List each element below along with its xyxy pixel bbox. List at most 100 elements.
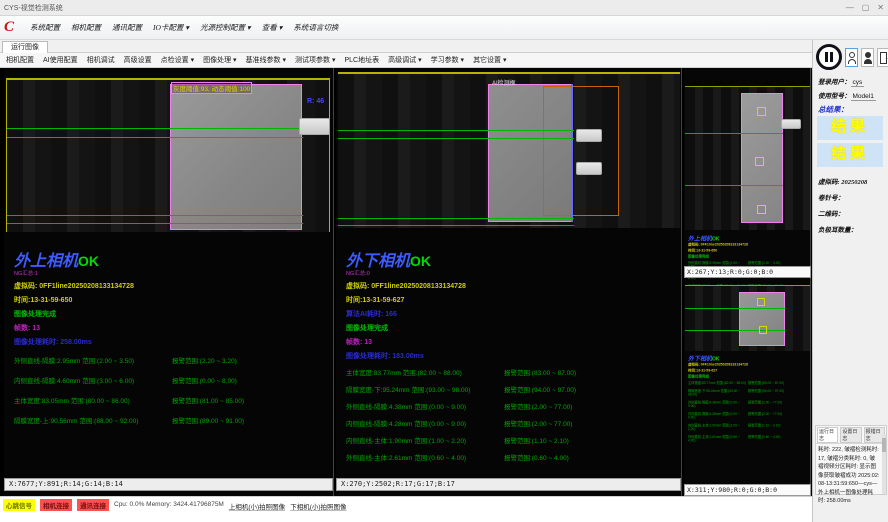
log-scrollbar[interactable]: [882, 434, 886, 494]
ok-status: OK: [78, 253, 99, 269]
menu-view[interactable]: 查看 ▾: [262, 22, 283, 33]
menu-camera-config[interactable]: 相机配置: [71, 22, 101, 33]
measure-row: 隔膜宽度-下:95.24mm 范围:(93.00 ~ 98.00)报警范围:(9…: [346, 384, 576, 394]
login-user-row: 登录用户：cys: [818, 76, 864, 86]
menu-system-config[interactable]: 系统配置: [30, 22, 60, 33]
model-value[interactable]: Model1: [851, 93, 876, 101]
ng-total: NG汇总:0: [346, 269, 576, 277]
tool-camera-debug[interactable]: 相机调试: [87, 55, 115, 65]
toolbar: 相机配置 AI使用配置 相机调试 高级设置 点检设置 ▾ 图像处理 ▾ 基准线参…: [0, 53, 812, 68]
menu-bar: C 系统配置 相机配置 通讯配置 IO卡配置 ▾ 光源控制配置 ▾ 查看 ▾ 系…: [0, 16, 888, 40]
tool-baseline-params[interactable]: 基准线参数 ▾: [246, 55, 286, 65]
elapsed-line: 图像处理耗时: 183.00ms: [346, 351, 576, 361]
cpu-memory-status: Cpu: 0.0% Memory: 3424.41796875M: [114, 499, 224, 508]
measure-row: 内侧直线-隔膜:4.28mm 范围:(0.00 ~ 9.00)报警范围:(2.0…: [346, 418, 576, 428]
app-window: CYS-视觉检测系统 — ▢ ✕ C 系统配置 相机配置 通讯配置 IO卡配置 …: [0, 0, 888, 522]
minimize-icon[interactable]: —: [846, 0, 854, 16]
measure-row: 外侧直线-主体:2.61mm 范围:(0.60 ~ 4.00)报警范围:(0.6…: [346, 452, 576, 462]
logout-button[interactable]: →: [877, 48, 888, 67]
mini-view-upper[interactable]: 外上相机OK 虚拟码: 0FF1line20250208133134728 时间…: [684, 68, 811, 278]
upper-camera-snapshot-link[interactable]: 上相机(小)拍照图像: [229, 499, 285, 511]
measure-row: 内侧直线-隔膜:4.60mm 范围:(3.00 ~ 6.00)报警范围:(0.0…: [14, 375, 244, 385]
mini-views-column: 外上相机OK 虚拟码: 0FF1line20250208133134728 时间…: [684, 68, 811, 496]
tool-plc-address[interactable]: PLC地址表: [345, 55, 380, 65]
person-icon: [864, 59, 872, 64]
edge-line-blue: [571, 84, 573, 222]
time-line: 时间:13-31-59-650: [14, 295, 244, 305]
tool-learning-params[interactable]: 学习参数 ▾: [431, 55, 464, 65]
camera-image-lower: AI检测框: [338, 72, 680, 228]
menu-light-config[interactable]: 光源控制配置 ▾: [200, 22, 251, 33]
log-tab-settings[interactable]: 设置日志: [840, 427, 861, 443]
tab-run-image[interactable]: 运行图像: [2, 41, 48, 53]
tool-ai-usage-config[interactable]: AI使用配置: [43, 55, 78, 65]
app-logo-icon: C: [4, 20, 19, 35]
barcode-line: 虚拟码: 0FF1line20250208133134728: [346, 281, 576, 291]
user-switch-button[interactable]: [861, 48, 874, 67]
camera-view-upper-outer[interactable]: 灰度阈值:93, 动态阈值:100 R: 46 外上相机OK NG汇总:1 虚拟…: [4, 68, 334, 496]
heartbeat-status-badge: 心跳信号: [3, 499, 35, 511]
mini-coordinates-upper: X:267;Y:13;R:0;G:0;B:0: [684, 266, 811, 278]
lower-camera-snapshot-link[interactable]: 下相机(小)拍照图像: [290, 499, 346, 511]
tool-spot-check[interactable]: 点检设置 ▾: [161, 55, 194, 65]
baseline-green: [338, 138, 574, 139]
user-login-button[interactable]: [845, 48, 858, 67]
processing-done-line: 图像处理完成: [346, 323, 576, 333]
camera-connection-badge: 相机连接: [40, 499, 72, 511]
right-panel: → 登录用户：cys 使用型号：Model1 总结果： 结果 结果 虚拟码: 2…: [812, 40, 888, 522]
menu-io-config[interactable]: IO卡配置 ▾: [153, 22, 189, 33]
ai-elapsed-line: 算法AI耗时: 166: [346, 309, 576, 319]
exit-arrow-icon: →: [884, 56, 888, 62]
log-text: 耗时: 222, 皱褶检测耗时: 17, 皱褶分类耗时: 0, 皱褶视频分区耗时…: [816, 444, 886, 508]
tool-test-params[interactable]: 测试项参数 ▾: [295, 55, 335, 65]
barcode-line: 虚拟码: 0FF1line20250208133134728: [14, 281, 244, 291]
menu-comm-config[interactable]: 通讯配置: [112, 22, 142, 33]
measure-row: 外侧直线-隔膜:4.38mm 范围:(0.00 ~ 9.00)报警范围:(2.0…: [346, 401, 576, 411]
mini-image-lower: [685, 285, 810, 351]
maximize-icon[interactable]: ▢: [862, 0, 870, 16]
measure-row: 内侧直线-主体:1.90mm 范围:(1.00 ~ 2.20)报警范围:(1.1…: [346, 435, 576, 445]
tool-advanced-settings[interactable]: 高级设置: [124, 55, 152, 65]
tool-camera-config[interactable]: 相机配置: [6, 55, 34, 65]
baseline-green: [685, 185, 783, 186]
tool-advanced-debug[interactable]: 高级调试 ▾: [388, 55, 421, 65]
baseline-green: [7, 137, 303, 138]
defect-mark: [755, 157, 764, 166]
defect-mark: [757, 205, 766, 214]
log-panel[interactable]: 运行日志 设置日志 报错日志 耗时: 222, 皱褶检测耗时: 17, 皱褶分类…: [815, 425, 887, 495]
electrode-tab: [299, 118, 330, 135]
threshold-overlay-text: 灰度阈值:93, 动态阈值:100: [171, 82, 252, 94]
log-tab-run[interactable]: 运行日志: [817, 427, 838, 443]
tool-other-settings[interactable]: 其它设置 ▾: [473, 55, 506, 65]
mini-view-lower[interactable]: 外下相机OK 虚拟码: 0FF1line20250208133134728 时间…: [684, 280, 811, 496]
measure-row: 主体宽度:83.77mm 范围:(82.00 ~ 88.00)报警范围:(83.…: [346, 367, 576, 377]
baseline-green: [685, 308, 785, 309]
cursor-coordinates-upper: X:7677;Y:891;R:14;G:14;B:14: [4, 478, 333, 491]
close-icon[interactable]: ✕: [877, 0, 884, 16]
baseline-green: [7, 215, 303, 216]
electrode-tab: [576, 129, 602, 142]
baseline-green: [338, 225, 574, 226]
pause-button[interactable]: [816, 44, 842, 70]
electrode-tab: [576, 162, 602, 175]
frame-count-line: 帧数: 13: [346, 337, 576, 347]
camera-image-upper: 灰度阈值:93, 动态阈值:100 R: 46: [6, 78, 330, 232]
mini-image-upper: [685, 86, 810, 230]
baseline-green: [685, 133, 783, 134]
cell-roi: [170, 84, 302, 230]
camera-result-title: 外上相机OK: [14, 254, 244, 269]
login-user-value[interactable]: cys: [851, 79, 865, 87]
result-box-upper: 结果: [817, 116, 883, 140]
negative-tab-count-label: 负极耳数量：: [818, 224, 857, 234]
r-value-overlay: R: 46: [307, 98, 324, 105]
result-block-lower: 外下相机OK NG汇总:0 虚拟码: 0FF1line2025020813313…: [346, 254, 576, 469]
elapsed-line: 图像处理耗时: 258.00ms: [14, 337, 244, 347]
mini-coordinates-lower: X:311;Y:980;R:0;G:0;B:0: [684, 484, 811, 496]
title-bar: CYS-视觉检测系统 — ▢ ✕: [0, 0, 888, 16]
tool-image-processing[interactable]: 图像处理 ▾: [203, 55, 236, 65]
window-title: CYS-视觉检测系统: [4, 3, 63, 13]
menu-language-switch[interactable]: 系统语言切换: [293, 22, 338, 33]
baseline-green: [338, 218, 574, 219]
camera-view-lower-outer[interactable]: AI检测框 外下相机OK NG汇总:0 虚拟码: 0FF1line2025020…: [336, 68, 682, 496]
person-icon: [849, 52, 855, 58]
